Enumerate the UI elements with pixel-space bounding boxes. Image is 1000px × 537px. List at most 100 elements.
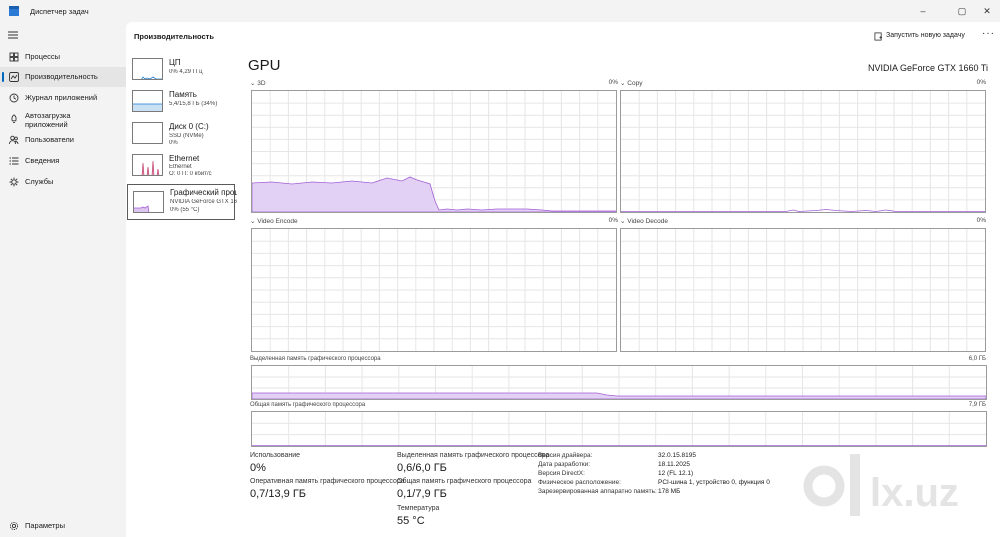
sidebar: Процессы Производительность Журнал прило… (0, 22, 126, 537)
shared-memory-max: 7,9 ГБ (968, 402, 986, 408)
gpu-title: GPU (248, 57, 281, 74)
sidebar-item-users[interactable]: Пользователи (0, 130, 126, 150)
dedicated-memory-max: 6,0 ГБ (968, 356, 986, 362)
physical-location-value: PCI-шина 1, устройство 0, функция 0 (658, 479, 770, 486)
shared-memory-label: Общая память графического процессора (397, 478, 532, 485)
olx-watermark-logo: lx.uz (803, 454, 959, 516)
driver-version-key: Версия драйвера: (538, 452, 593, 459)
disk-thumbnail (132, 122, 163, 144)
dedicated-memory-value: 0,6/6,0 ГБ (397, 462, 447, 474)
reserved-memory-key: Зарезервированная аппаратно память: (538, 488, 657, 495)
dedicated-memory-graph-label: Выделенная память графического процессор… (250, 356, 381, 362)
cpu-thumbnail (132, 58, 163, 80)
gpu-thumbnail (133, 191, 164, 213)
title-bar: Диспетчер задач – ▢ ✕ (0, 0, 1000, 22)
engine-video-decode-label[interactable]: ⌄ Video Decode (620, 217, 668, 225)
engine-video-encode-graph (251, 228, 617, 352)
sidebar-item-details[interactable]: Сведения (0, 151, 126, 171)
close-button[interactable]: ✕ (975, 3, 999, 19)
processes-icon (9, 52, 19, 62)
perf-item-ethernet[interactable]: Ethernet Ethernet О: 0 П: 0 кбит/с (126, 152, 236, 188)
perf-item-detail-2: О: 0 П: 0 кбит/с (169, 171, 212, 177)
memory-thumbnail (132, 90, 163, 112)
shared-memory-graph (251, 411, 987, 447)
graph-grid (621, 91, 985, 212)
sidebar-item-performance[interactable]: Производительность (0, 67, 126, 87)
engine-3d-graph (251, 90, 617, 213)
gpu-ram-value: 0,7/13,9 ГБ (250, 488, 306, 500)
services-icon (9, 177, 19, 187)
sidebar-item-label: Сведения (25, 156, 60, 165)
temperature-value: 55 °C (397, 515, 425, 527)
driver-version-value: 32.0.15.8195 (658, 452, 696, 459)
maximize-button[interactable]: ▢ (950, 3, 974, 19)
engine-copy-label[interactable]: ⌄ Copy (620, 79, 642, 87)
run-task-icon (874, 32, 883, 41)
engine-video-encode-label[interactable]: ⌄ Video Encode (250, 217, 298, 225)
gpu-ram-label: Оперативная память графического процессо… (250, 478, 405, 485)
reserved-memory-value: 178 МБ (658, 488, 681, 495)
perf-item-detail: 0% 4,29 ГГц (169, 69, 203, 75)
directx-version-key: Версия DirectX: (538, 470, 585, 477)
shared-memory-value: 0,1/7,9 ГБ (397, 488, 447, 500)
ethernet-thumbnail (132, 154, 163, 176)
sidebar-item-label: Автозагрузка приложений (25, 111, 71, 129)
sidebar-item-services[interactable]: Службы (0, 172, 126, 192)
perf-item-detail: SSD (NVMe) (169, 133, 204, 139)
perf-item-memory[interactable]: Память 5,4/15,8 ГБ (34%) (126, 88, 236, 124)
temperature-label: Температура (397, 505, 440, 512)
engine-copy-percent: 0% (976, 79, 986, 86)
perf-item-cpu[interactable]: ЦП 0% 4,29 ГГц (126, 56, 236, 92)
usage-value: 0% (250, 462, 266, 474)
performance-icon (9, 72, 19, 82)
perf-item-name: Ethernet (169, 154, 200, 163)
dedicated-memory-graph (251, 365, 987, 400)
perf-item-name: Память (169, 90, 197, 99)
sidebar-item-processes[interactable]: Процессы (0, 47, 126, 67)
sidebar-item-label: Процессы (25, 52, 61, 61)
driver-date-value: 18.11.2025 (658, 461, 691, 468)
run-new-task-button[interactable]: Запустить новую задачу (874, 32, 965, 41)
perf-item-name: Графический процессор 0 (170, 188, 237, 197)
details-icon (9, 157, 19, 165)
run-task-label: Запустить новую задачу (886, 32, 965, 39)
engine-video-encode-percent: 0% (608, 217, 618, 224)
sidebar-item-settings[interactable]: Параметры (0, 516, 126, 536)
header: Производительность Запустить новую задач… (126, 22, 1000, 52)
hamburger-menu-icon[interactable] (8, 30, 18, 40)
settings-gear-icon (9, 521, 19, 531)
perf-item-detail: Ethernet (169, 164, 192, 170)
physical-location-key: Физическое расположение: (538, 479, 621, 486)
more-options-button[interactable]: ··· (982, 28, 995, 39)
startup-icon (11, 114, 17, 123)
perf-item-name: ЦП (169, 58, 181, 67)
perf-item-detail: 5,4/15,8 ГБ (34%) (169, 101, 218, 107)
task-manager-icon (9, 6, 19, 16)
graph-grid (621, 229, 985, 351)
watermark-text: lx.uz (870, 471, 959, 515)
gpu-model-name: NVIDIA GeForce GTX 1660 Ti (867, 63, 988, 73)
driver-date-key: Дата разработки: (538, 461, 591, 468)
sidebar-item-label: Пользователи (25, 135, 74, 144)
sidebar-item-startup[interactable]: Автозагрузка приложений (0, 109, 126, 129)
usage-label: Использование (250, 452, 301, 459)
engine-video-decode-graph (620, 228, 986, 352)
page-title: Производительность (134, 32, 214, 41)
perf-item-detail: NVIDIA GeForce GTX 1660 Ti (170, 199, 237, 205)
sidebar-item-label: Службы (25, 177, 54, 186)
window-title: Диспетчер задач (30, 7, 89, 16)
perf-item-gpu[interactable]: Графический процессор 0 NVIDIA GeForce G… (127, 184, 237, 220)
sidebar-item-label: Производительность (25, 72, 98, 81)
perf-item-detail-2: 0% (55 °C) (170, 207, 200, 213)
engine-3d-label[interactable]: ⌄ 3D (250, 79, 266, 87)
directx-version-value: 12 (FL 12.1) (658, 470, 694, 477)
engine-3d-percent: 0% (608, 79, 618, 86)
engine-video-decode-percent: 0% (976, 217, 986, 224)
users-icon (9, 135, 19, 145)
engine-copy-graph (620, 90, 986, 213)
app-history-icon (9, 93, 19, 103)
sidebar-item-app-history[interactable]: Журнал приложений (0, 88, 126, 108)
graph-grid (252, 229, 616, 351)
minimize-button[interactable]: – (911, 3, 935, 19)
perf-item-disk[interactable]: Диск 0 (C:) SSD (NVMe) 0% (126, 120, 236, 156)
